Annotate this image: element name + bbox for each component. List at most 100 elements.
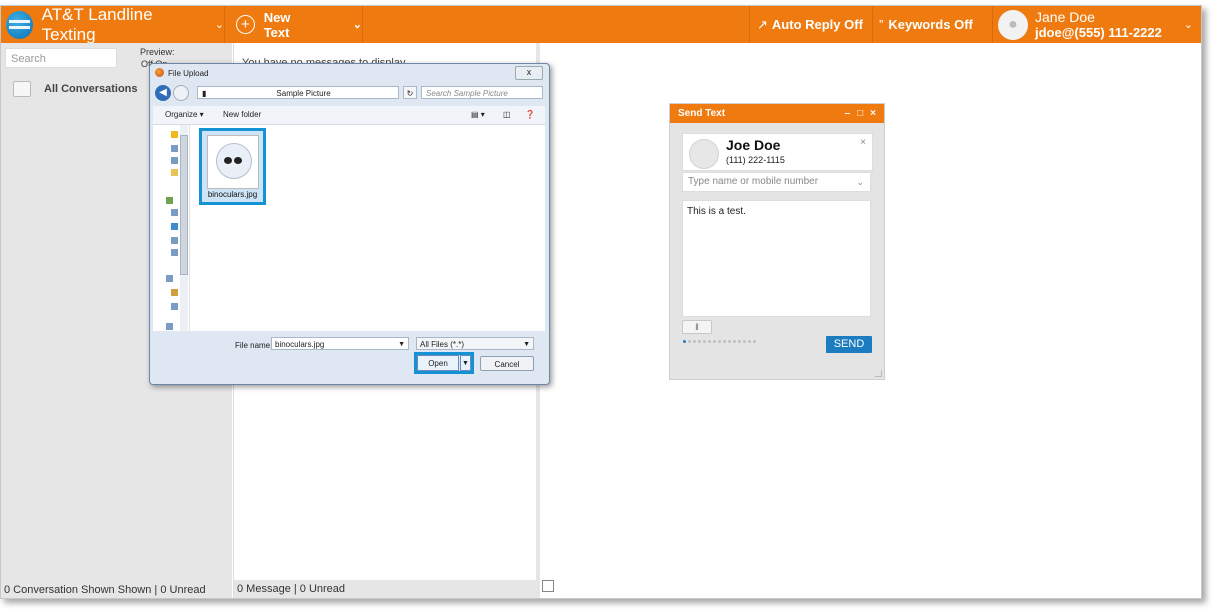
chevron-down-icon: ⌄ <box>352 19 362 31</box>
minimize-icon[interactable]: – <box>845 108 851 119</box>
file-item-label: binoculars.jpg <box>207 190 258 199</box>
forward-arrow-icon[interactable] <box>173 85 189 101</box>
attach-button[interactable]: ‖ <box>682 320 712 334</box>
open-dropdown-icon[interactable]: ▼ <box>460 355 471 371</box>
preview-label: Preview: <box>140 47 175 57</box>
tree-item-icon[interactable] <box>171 303 178 310</box>
recipient-placeholder: Type name or mobile number <box>688 176 819 187</box>
file-name-value: binoculars.jpg <box>275 340 325 349</box>
dialog-search-input[interactable]: Search Sample Picture <box>421 86 543 99</box>
avatar-icon: ● <box>998 9 1028 40</box>
path-segment: Sample Picture <box>276 89 331 98</box>
message-textarea[interactable]: This is a test. <box>682 200 871 317</box>
open-button[interactable]: Open <box>417 355 459 371</box>
preview-pane-icon[interactable]: ◫ <box>503 110 511 119</box>
recipient-card: Joe Doe (111) 222-1115 × <box>682 133 873 171</box>
view-options-icon[interactable]: ▤ ▾ <box>471 110 485 119</box>
file-upload-dialog: File Upload x ◀ ▮ Sample Picture ↻ Search… <box>149 63 550 385</box>
recipient-input[interactable]: Type name or mobile number ⌄ <box>682 172 871 192</box>
sheep-binoculars-icon <box>216 143 252 179</box>
keywords-button[interactable]: ” Keywords Off <box>872 6 993 43</box>
close-button[interactable]: x <box>515 66 543 80</box>
search-input[interactable]: Search <box>5 48 117 68</box>
chevron-down-icon: ▼ <box>523 341 530 348</box>
image-thumbnail-icon <box>207 135 259 189</box>
new-text-label: New Text <box>263 9 291 40</box>
close-icon[interactable]: × <box>870 108 876 119</box>
file-type-value: All Files (*.*) <box>420 340 465 349</box>
recipient-number: (111) 222-1115 <box>726 155 785 165</box>
favorites-star-icon[interactable] <box>171 131 178 138</box>
user-info: Jane Doe jdoe@(555) 111-2222 <box>1035 9 1162 41</box>
library-icon[interactable] <box>166 197 173 204</box>
cancel-button[interactable]: Cancel <box>480 356 534 371</box>
scrollbar-thumb[interactable] <box>180 135 188 275</box>
tree-item-icon[interactable] <box>171 145 178 152</box>
tree-item-icon[interactable] <box>171 209 178 216</box>
conversation-count: 0 Conversation Shown Shown | 0 Unread <box>4 584 206 596</box>
app-title: AT&T Landline Texting <box>41 5 153 44</box>
chevron-down-icon: ⌄ <box>1183 19 1193 31</box>
file-name-input[interactable]: binoculars.jpg ▼ <box>271 337 409 350</box>
file-name-label: File name: <box>235 341 273 350</box>
folder-icon[interactable] <box>171 169 178 176</box>
paperclip-icon: ‖ <box>695 322 699 332</box>
organize-menu[interactable]: Organize ▾ <box>165 110 204 119</box>
network-icon[interactable] <box>166 323 173 330</box>
tree-item-icon[interactable] <box>171 289 178 296</box>
keywords-label: Keywords <box>888 17 951 32</box>
folder-icon: ▮ <box>202 89 207 98</box>
keywords-state: Off <box>954 17 973 32</box>
maximize-icon[interactable]: □ <box>857 108 863 119</box>
file-type-select[interactable]: All Files (*.*) ▼ <box>416 337 534 350</box>
remove-recipient-icon[interactable]: × <box>860 137 866 148</box>
top-bar: AT&T Landline Texting ⌄ + New Text ⌄ ↗ A… <box>1 5 1201 44</box>
firefox-icon <box>155 68 164 77</box>
user-account: jdoe@(555) 111-2222 <box>1035 24 1162 40</box>
plus-icon: + <box>236 15 255 34</box>
chevron-down-icon[interactable]: ⌄ <box>856 173 864 191</box>
send-text-widget: Send Text – □ × Joe Doe (111) 222-1115 × T… <box>669 103 885 380</box>
new-folder-button[interactable]: New folder <box>223 110 261 119</box>
tree-item-icon[interactable] <box>171 249 178 256</box>
popout-icon[interactable] <box>542 580 554 592</box>
tree-item-icon[interactable] <box>171 223 178 230</box>
help-icon[interactable]: ❓ <box>525 110 535 119</box>
auto-reply-button[interactable]: ↗ Auto Reply Off <box>749 6 873 43</box>
chevron-down-icon: ⌄ <box>214 19 224 31</box>
tree-item-icon[interactable] <box>171 157 178 164</box>
dialog-toolbar: Organize ▾ New folder ▤ ▾ ◫ ❓ <box>153 106 545 125</box>
character-progress-dots <box>683 340 758 343</box>
navigation-tree <box>153 125 190 331</box>
auto-reply-state: Off <box>844 17 863 32</box>
chat-bubble-icon <box>13 81 31 97</box>
back-arrow-icon[interactable]: ◀ <box>155 85 171 101</box>
send-button[interactable]: SEND <box>826 336 872 353</box>
all-conversations-item[interactable]: All Conversations <box>13 81 138 97</box>
auto-reply-label: Auto Reply <box>771 17 841 32</box>
reply-arrow-icon: ↗ <box>757 16 768 32</box>
recipient-name: Joe Doe <box>726 137 781 153</box>
user-menu[interactable]: ● Jane Doe jdoe@(555) 111-2222 ⌄ <box>993 6 1201 43</box>
avatar-icon <box>689 139 719 169</box>
open-button-group: Open ▼ <box>414 352 474 374</box>
send-text-header[interactable]: Send Text – □ × <box>670 104 884 123</box>
message-count: 0 Message | 0 Unread <box>234 580 536 598</box>
chevron-down-icon[interactable]: ▼ <box>398 338 405 351</box>
new-text-button[interactable]: + New Text ⌄ <box>225 6 363 43</box>
all-conversations-label: All Conversations <box>44 83 138 95</box>
file-item-binoculars[interactable]: binoculars.jpg <box>199 128 266 205</box>
app-brand-menu[interactable]: AT&T Landline Texting ⌄ <box>1 5 225 44</box>
att-logo-icon <box>6 10 33 39</box>
binoculars-icon <box>224 157 244 164</box>
address-bar: ◀ ▮ Sample Picture ↻ Search Sample Pictur… <box>155 85 543 103</box>
computer-icon[interactable] <box>166 275 173 282</box>
tree-item-icon[interactable] <box>171 237 178 244</box>
dialog-title: File Upload <box>168 69 209 78</box>
quote-icon: ” <box>879 17 884 32</box>
window-controls: – □ × <box>838 104 876 123</box>
path-breadcrumb[interactable]: ▮ Sample Picture <box>197 86 399 99</box>
tree-scrollbar[interactable] <box>180 125 188 331</box>
resize-grip-icon[interactable] <box>875 370 882 377</box>
refresh-icon[interactable]: ↻ <box>403 86 417 99</box>
